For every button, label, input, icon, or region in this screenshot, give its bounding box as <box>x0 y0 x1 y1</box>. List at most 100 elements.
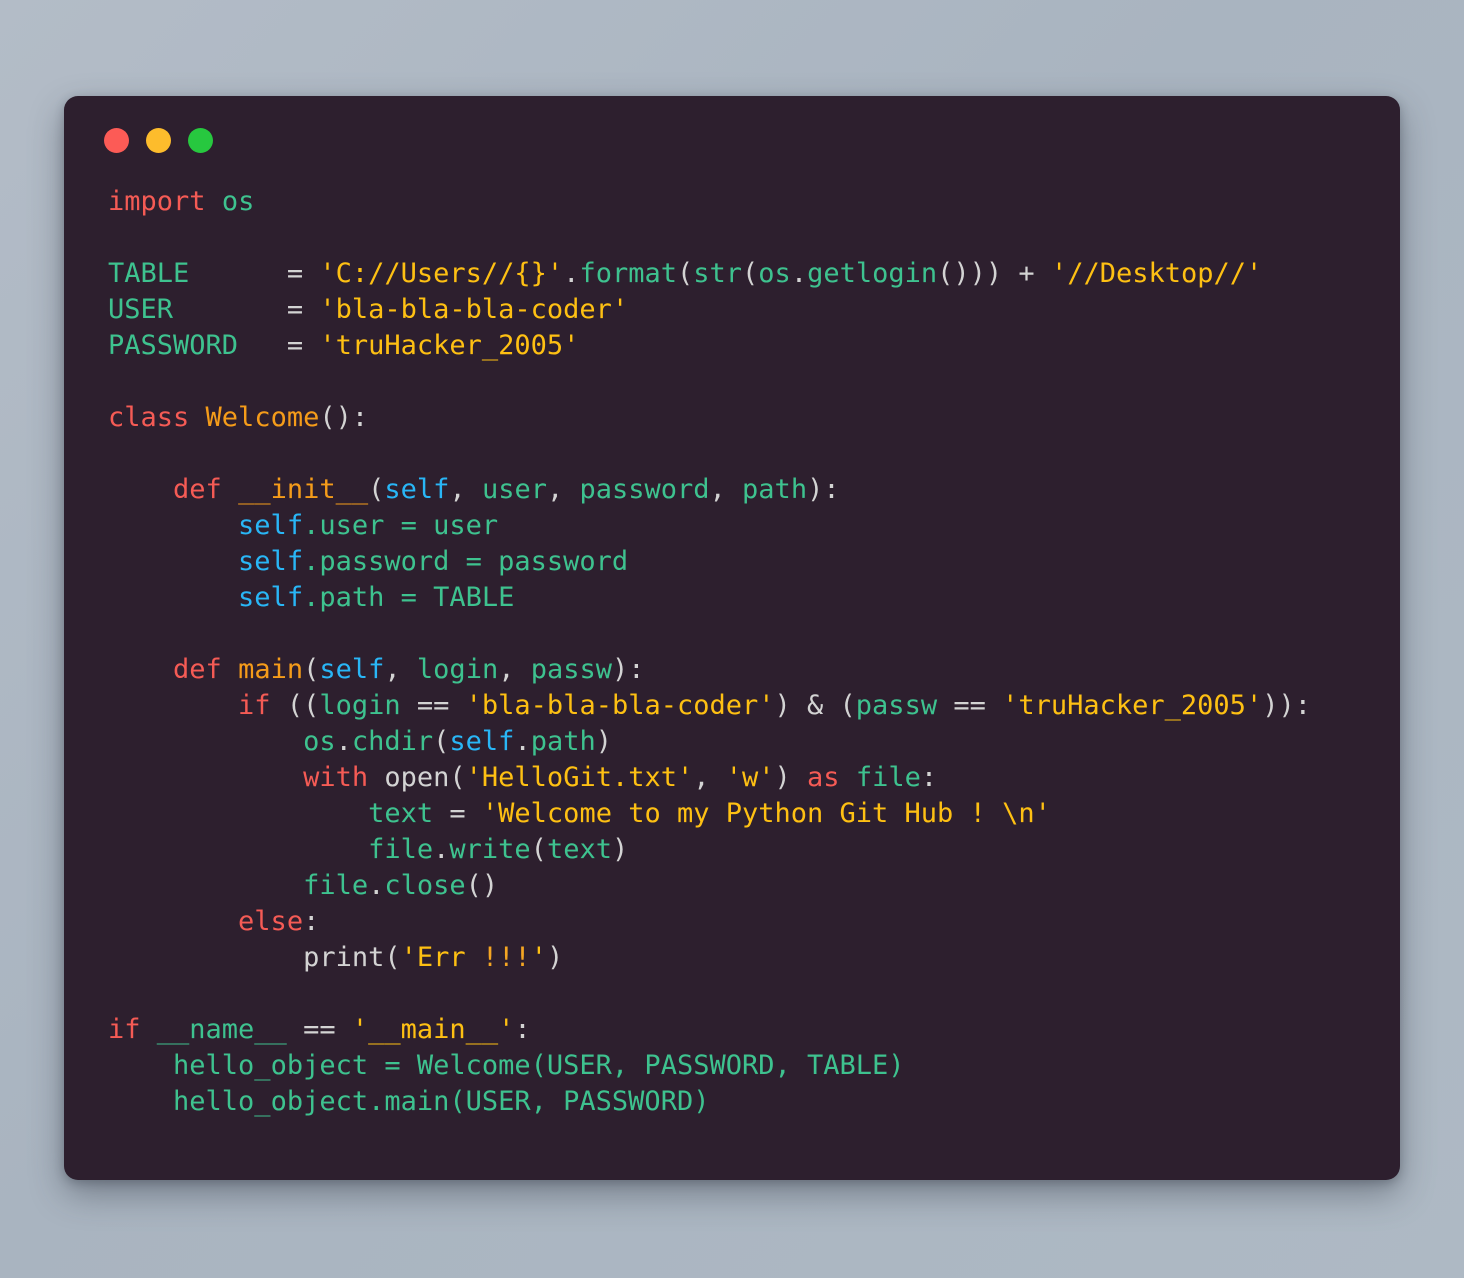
token-paren: ( <box>742 258 759 289</box>
token-paren: ) <box>546 942 564 973</box>
token-var-passw: passw <box>855 690 938 721</box>
token-paren: ( <box>530 834 547 865</box>
token-class-parens: (): <box>319 402 369 433</box>
token-assign-password: .password = password <box>303 546 629 577</box>
token-assign-path: .path = TABLE <box>303 582 515 613</box>
code-line-19: file.write(text) <box>108 832 1400 868</box>
token-comma: , <box>498 654 531 685</box>
token-colon: : <box>514 1014 531 1045</box>
token-dot: . <box>335 726 352 757</box>
token-string-welcome-message: 'Welcome to my Python Git Hub ! \n' <box>481 798 1051 829</box>
token-format-call: format <box>579 258 677 289</box>
token-param-passw: passw <box>530 654 612 685</box>
token-parens: ())) <box>937 258 1003 289</box>
token-and-operator: ) & ( <box>774 690 856 721</box>
code-line-21: else: <box>108 904 1400 940</box>
token-assign: = <box>433 798 482 829</box>
token-dot: . <box>790 258 808 289</box>
window-titlebar <box>64 96 1400 184</box>
token-colon: : <box>920 762 938 793</box>
minimize-window-icon[interactable] <box>146 127 171 153</box>
maximize-window-icon[interactable] <box>188 127 213 153</box>
token-import-keyword: import <box>108 186 206 217</box>
token-paren-colon: ): <box>612 654 645 685</box>
token-equality: == <box>286 1014 352 1045</box>
code-line-25: hello_object = Welcome(USER, PASSWORD, T… <box>108 1048 1400 1084</box>
token-attr-path: path <box>530 726 596 757</box>
token-write-call: write <box>449 834 531 865</box>
token-class-name-welcome: Welcome <box>205 402 320 433</box>
token-module-os: os <box>221 186 255 217</box>
token-string-password: 'truHacker_2005' <box>1002 690 1263 721</box>
token-string-username: 'bla-bla-bla-coder' <box>319 294 629 325</box>
token-string-main: '__main__' <box>351 1014 515 1045</box>
token-assign: = <box>238 330 320 361</box>
token-def-keyword: def <box>173 474 222 505</box>
token-str-call: str <box>693 258 743 289</box>
token-paren-colon: ): <box>807 474 840 505</box>
code-line-4: USER = 'bla-bla-bla-coder' <box>108 292 1400 328</box>
token-var-text: text <box>368 798 434 829</box>
token-instantiate-welcome: hello_object = Welcome(USER, PASSWORD, T… <box>173 1050 905 1081</box>
token-const-password: PASSWORD <box>108 330 239 361</box>
token-dot: . <box>433 834 450 865</box>
token-string-path: 'C://Users//{}' <box>319 258 564 289</box>
token-paren: ( <box>676 258 694 289</box>
token-string-desktop: '//Desktop//' <box>1050 258 1263 289</box>
token-else-keyword: else <box>238 906 304 937</box>
token-var-login: login <box>319 690 401 721</box>
token-string-username: 'bla-bla-bla-coder' <box>465 690 775 721</box>
code-line-11: self.password = password <box>108 544 1400 580</box>
code-line-5: PASSWORD = 'truHacker_2005' <box>108 328 1400 364</box>
code-line-18: text = 'Welcome to my Python Git Hub ! \… <box>108 796 1400 832</box>
token-as-keyword: as <box>807 762 840 793</box>
token-parens: (( <box>270 690 320 721</box>
token-self: self <box>238 510 304 541</box>
token-dot: . <box>514 726 531 757</box>
token-plus: + <box>1002 258 1051 289</box>
token-param-path: path <box>742 474 808 505</box>
token-var-text: text <box>546 834 612 865</box>
code-line-17: with open('HelloGit.txt', 'w') as file: <box>108 760 1400 796</box>
token-os: os <box>758 258 791 289</box>
token-equality: == <box>400 690 466 721</box>
token-comma: , <box>449 474 482 505</box>
token-paren: ) <box>595 726 612 757</box>
token-assign: = <box>173 294 320 325</box>
token-with-keyword: with <box>303 762 369 793</box>
code-line-3: TABLE = 'C://Users//{}'.format(str(os.ge… <box>108 256 1400 292</box>
token-paren: ( <box>368 474 385 505</box>
token-paren-colon: )): <box>1262 690 1311 721</box>
close-window-icon[interactable] <box>104 127 129 153</box>
token-string-exclamations: !!! <box>481 942 531 973</box>
token-comma: , <box>384 654 417 685</box>
code-line-12: self.path = TABLE <box>108 580 1400 616</box>
code-body: import os TABLE = 'C://Users//{}'.format… <box>64 184 1400 1120</box>
token-getlogin-call: getlogin <box>807 258 938 289</box>
code-line-1: import os <box>108 184 1400 220</box>
token-paren: ) <box>774 762 808 793</box>
token-param-login: login <box>416 654 499 685</box>
token-var-file: file <box>368 834 434 865</box>
token-dot: . <box>563 258 580 289</box>
code-line-20: file.close() <box>108 868 1400 904</box>
code-line-26: hello_object.main(USER, PASSWORD) <box>108 1084 1400 1120</box>
token-string-password: 'truHacker_2005' <box>319 330 580 361</box>
token-dot: . <box>368 870 385 901</box>
token-os: os <box>303 726 336 757</box>
code-line-15: if ((login == 'bla-bla-bla-coder') & (pa… <box>108 688 1400 724</box>
token-dunder-name: __name__ <box>140 1014 287 1045</box>
